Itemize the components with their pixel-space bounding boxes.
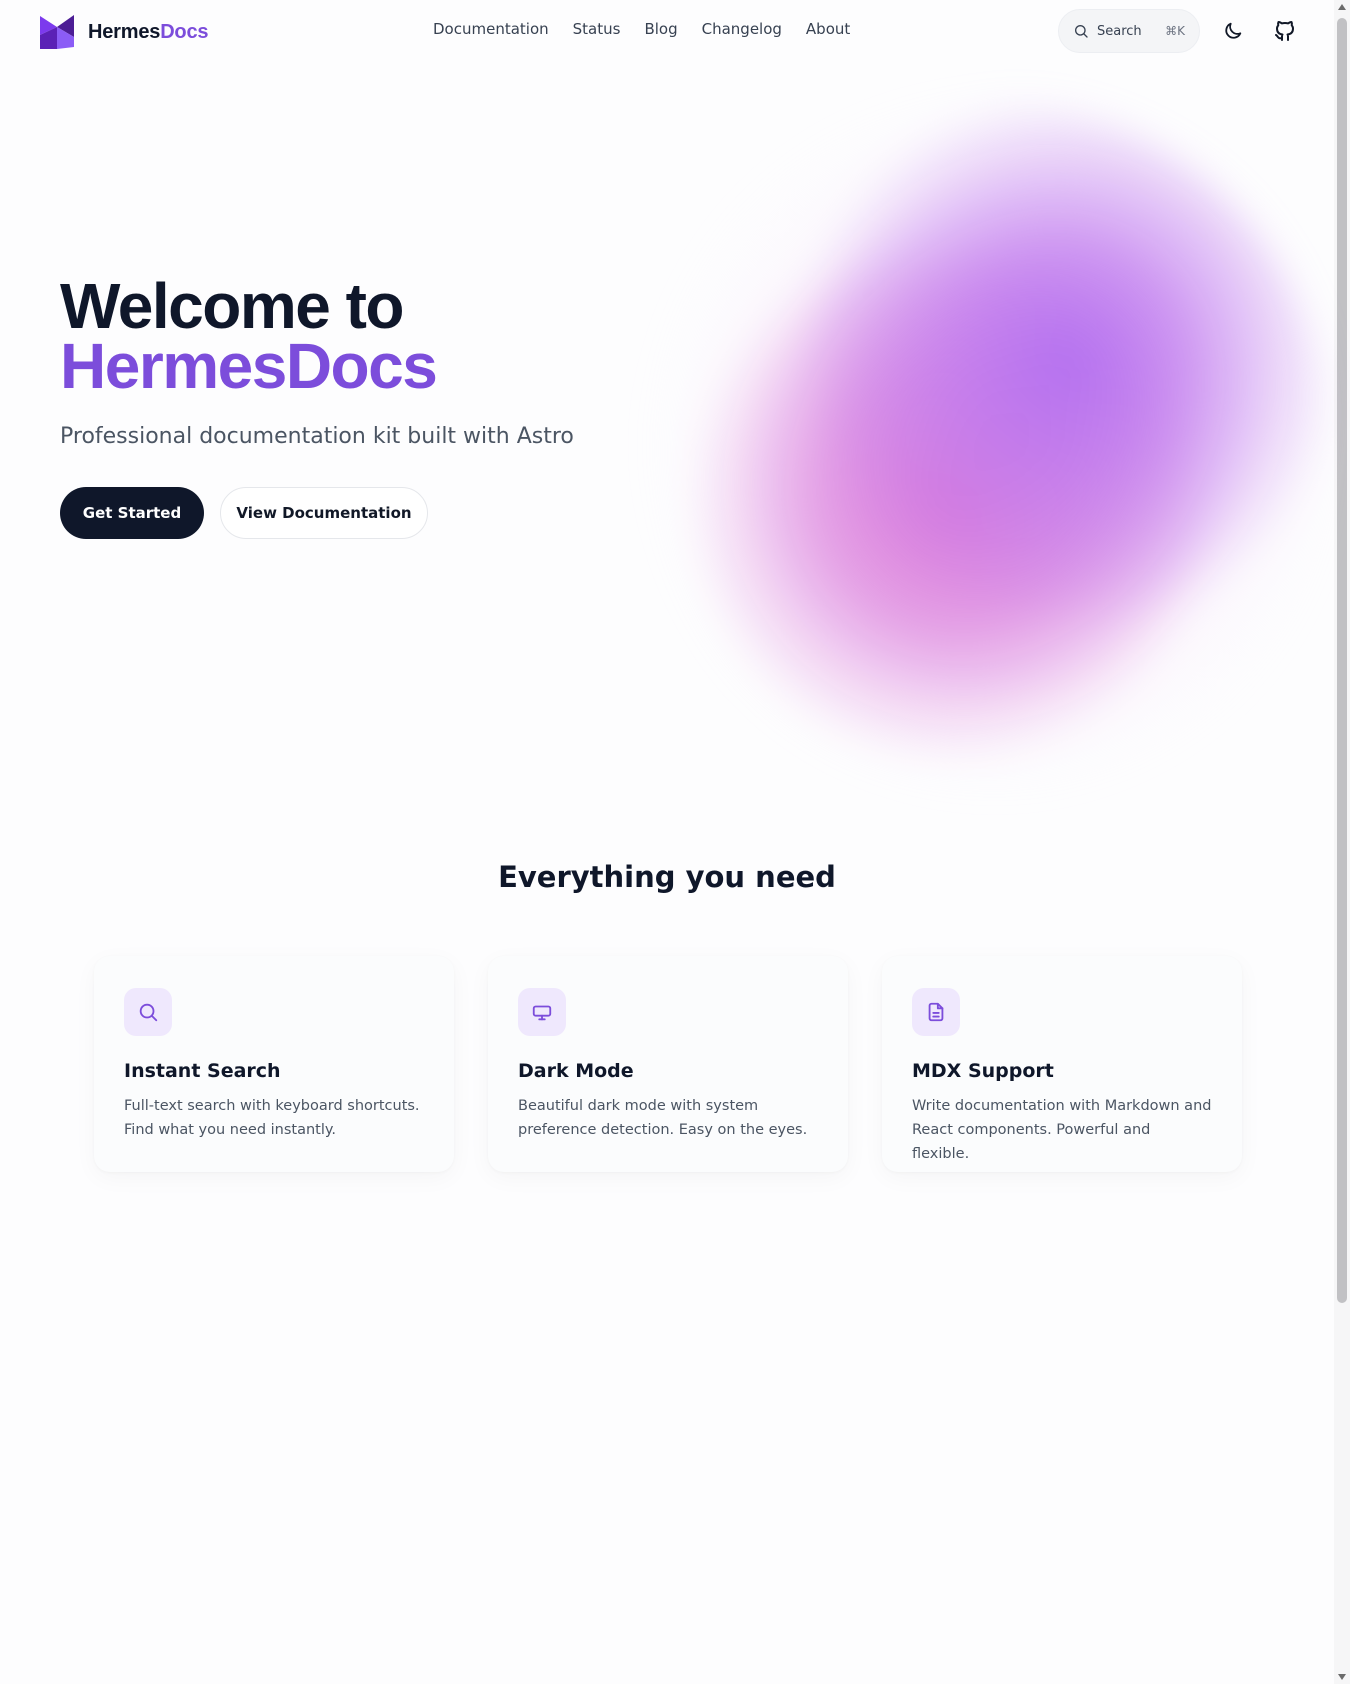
feature-card-dark-mode: Dark Mode Beautiful dark mode with syste…: [488, 956, 848, 1172]
moon-icon: [1225, 22, 1242, 39]
nav-item-blog[interactable]: Blog: [644, 20, 677, 38]
search-button[interactable]: Search ⌘K: [1058, 9, 1200, 53]
search-label: Search: [1097, 23, 1142, 39]
document-icon: [928, 1002, 944, 1022]
monitor-icon: [532, 1005, 552, 1021]
brand-name-part2: Docs: [160, 20, 209, 43]
hero-actions: Get Started View Documentation: [60, 487, 620, 539]
hermes-logo-icon: [40, 15, 74, 49]
scroll-up-arrow-icon[interactable]: [1338, 4, 1346, 10]
github-link[interactable]: [1270, 16, 1300, 46]
hero-subtitle: Professional documentation kit built wit…: [60, 424, 574, 449]
nav-item-documentation[interactable]: Documentation: [433, 20, 549, 38]
features-heading: Everything you need: [498, 860, 836, 894]
feature-icon-container: [912, 988, 960, 1036]
brand-home-link[interactable]: HermesDocs: [38, 13, 208, 51]
search-icon: [1075, 25, 1088, 38]
nav-item-changelog[interactable]: Changelog: [702, 20, 782, 38]
scroll-down-arrow-icon[interactable]: [1338, 1674, 1346, 1680]
get-started-button[interactable]: Get Started: [60, 487, 204, 539]
feature-description: Beautiful dark mode with system preferen…: [518, 1098, 808, 1138]
search-icon: [139, 1003, 158, 1022]
feature-icon-container: [124, 988, 172, 1036]
nav-item-status[interactable]: Status: [573, 20, 621, 38]
view-documentation-button[interactable]: View Documentation: [220, 487, 428, 539]
search-shortcut: ⌘K: [1165, 24, 1185, 38]
feature-card-instant-search: Instant Search Full-text search with key…: [94, 956, 454, 1172]
page: HermesDocs Documentation Status Blog Cha…: [0, 0, 1350, 1684]
hero-title-line2: HermesDocs: [60, 330, 438, 402]
hero-section: Welcome to HermesDocs Professional docum…: [60, 274, 620, 539]
hero-gradient-blob: [640, 100, 1330, 790]
nav-item-about[interactable]: About: [806, 20, 850, 38]
feature-icon-container: [518, 988, 566, 1036]
feature-description: Full-text search with keyboard shortcuts…: [124, 1098, 420, 1138]
hero-title: Welcome to HermesDocs: [60, 274, 620, 402]
theme-toggle-button[interactable]: [1218, 16, 1248, 46]
feature-title: Dark Mode: [518, 1060, 634, 1082]
feature-title: Instant Search: [124, 1060, 281, 1082]
github-icon: [1275, 21, 1294, 41]
site-header: HermesDocs Documentation Status Blog Cha…: [0, 0, 1334, 64]
scrollbar-thumb[interactable]: [1337, 18, 1347, 1303]
main-nav: Documentation Status Blog Changelog Abou…: [433, 20, 850, 38]
brand-name-part1: Hermes: [88, 20, 161, 43]
feature-description: Write documentation with Markdown and Re…: [912, 1098, 1212, 1162]
feature-title: MDX Support: [912, 1060, 1054, 1082]
brand-name: HermesDocs: [88, 21, 208, 44]
features-grid: Instant Search Full-text search with key…: [94, 956, 1242, 1172]
page-scrollbar[interactable]: [1334, 0, 1350, 1684]
feature-card-mdx-support: MDX Support Write documentation with Mar…: [882, 956, 1242, 1172]
